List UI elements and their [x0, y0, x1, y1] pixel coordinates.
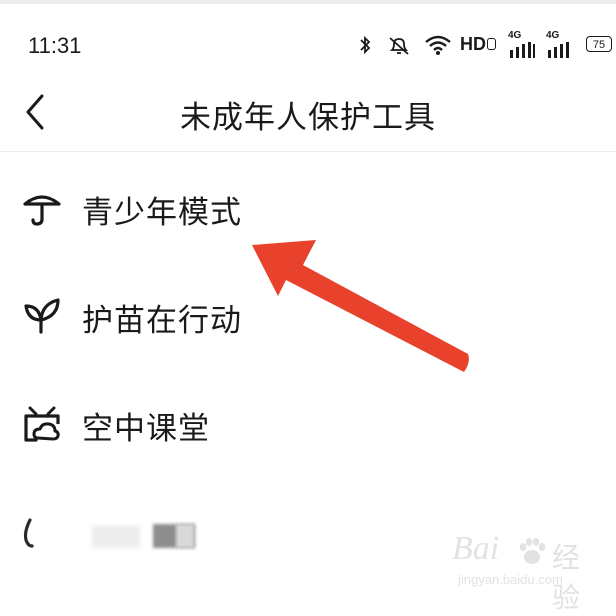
obscured-label-part — [92, 526, 140, 548]
nav-bar: 未成年人保护工具 — [0, 72, 616, 152]
signal-1-bars-icon — [510, 42, 535, 58]
hd-indicator: HD — [460, 34, 496, 55]
mute-bell-icon — [389, 37, 409, 55]
menu-item-sprout-action[interactable]: 护苗在行动 — [0, 266, 616, 366]
obscured-icon — [23, 518, 34, 548]
menu-item-air-classroom[interactable]: 空中课堂 — [0, 374, 616, 474]
classroom-icon — [24, 406, 60, 442]
menu-item-teen-mode[interactable]: 青少年模式 — [0, 158, 616, 258]
status-bar: 11:31 HD 4G 4G 75 — [0, 20, 616, 72]
watermark-url: jingyan.baidu.com — [458, 572, 563, 587]
menu-item-label: 护苗在行动 — [82, 303, 242, 339]
battery-icon: 75 — [586, 36, 612, 52]
signal-2: 4G — [546, 30, 560, 41]
umbrella-icon — [23, 195, 61, 226]
sprout-icon — [24, 298, 60, 334]
obscured-label-part — [176, 524, 194, 548]
divider — [0, 151, 616, 152]
top-edge — [0, 0, 616, 4]
signal-1: 4G — [508, 30, 522, 41]
wifi-icon — [425, 35, 451, 55]
menu-item-label: 青少年模式 — [82, 195, 242, 231]
signal-2-bars-icon — [548, 42, 569, 58]
page-title: 未成年人保护工具 — [180, 100, 436, 136]
paw-icon — [519, 538, 546, 564]
status-time: 11:31 — [28, 33, 82, 58]
watermark: Bai 经验 jingyan.baidu.com — [444, 530, 604, 614]
menu-item-label: 空中课堂 — [82, 411, 210, 447]
watermark-brand: Bai — [452, 530, 500, 567]
bluetooth-icon — [360, 35, 371, 55]
